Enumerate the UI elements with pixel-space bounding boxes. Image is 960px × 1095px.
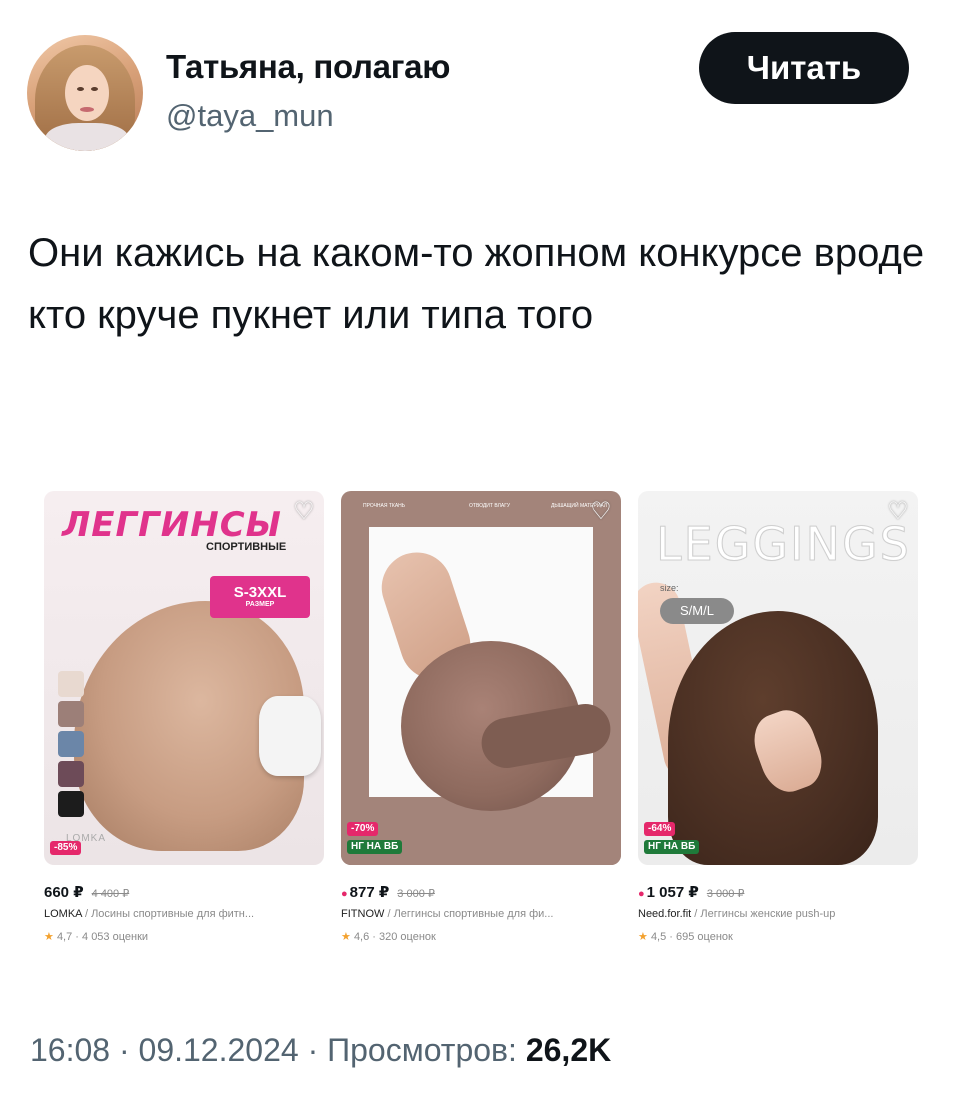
separator-dot: · — [307, 1032, 328, 1068]
tweet-meta: 16:08 · 09.12.2024 · Просмотров: 26,2K — [30, 1032, 611, 1069]
product-card[interactable]: ПРОЧНАЯ ТКАНЬ ОТВОДИТ ВЛАГУ ДЫШАЩИЙ МАТЕ… — [341, 491, 621, 961]
separator-dot: · — [118, 1032, 139, 1068]
price-row: ● 877 ₽ 3 000 ₽ — [341, 883, 435, 901]
star-icon: ★ — [44, 931, 54, 943]
rating-row: ★ 4,5 · 695 оценок — [638, 931, 733, 943]
product-card[interactable]: LEGGINGS size: S/M/L ♡ -64% НГ НА ВБ ● 1 … — [638, 491, 918, 961]
tweet-date[interactable]: 09.12.2024 — [139, 1032, 299, 1068]
rating: 4,7 — [56, 931, 73, 943]
color-swatch — [58, 671, 84, 697]
shoe-shape — [259, 696, 321, 776]
brand: Need.for.fit — [638, 908, 692, 920]
old-price: 3 000 ₽ — [706, 888, 745, 900]
image-title: LEGGINGS — [656, 517, 911, 572]
views-label: Просмотров: — [327, 1032, 517, 1068]
promo-badge: НГ НА ВБ — [347, 840, 403, 854]
discount-badge: -85% — [50, 841, 82, 855]
reviews-count: 320 оценок — [379, 931, 436, 943]
rating: 4,5 — [650, 931, 667, 943]
color-swatch — [58, 731, 84, 757]
avatar-eye — [91, 87, 98, 91]
avatar-face — [65, 65, 109, 121]
price-row: ● 1 057 ₽ 3 000 ₽ — [638, 883, 744, 901]
promo-badge: НГ НА ВБ — [644, 840, 700, 854]
size-caption: РАЗМЕР — [245, 601, 275, 608]
product-card[interactable]: ЛЕГГИНСЫ СПОРТИВНЫЕ S-3XXL РАЗМЕР LOMKA … — [44, 491, 324, 961]
star-icon: ★ — [341, 931, 351, 943]
sale-dot-icon: ● — [341, 888, 348, 900]
size-label: size: — [660, 583, 679, 593]
image-title: ЛЕГГИНСЫ — [62, 505, 282, 545]
attached-image[interactable]: ЛЕГГИНСЫ СПОРТИВНЫЕ S-3XXL РАЗМЕР LOMKA … — [44, 491, 918, 971]
color-swatch — [58, 791, 84, 817]
feature-label: ПРОЧНАЯ ТКАНЬ — [363, 503, 406, 509]
tweet-time[interactable]: 16:08 — [30, 1032, 110, 1068]
size-tag: S-3XXL РАЗМЕР — [210, 576, 310, 618]
author-handle[interactable]: @taya_mun — [166, 98, 334, 134]
color-swatch — [58, 701, 84, 727]
price: 660 ₽ — [44, 884, 84, 901]
product-image[interactable]: ПРОЧНАЯ ТКАНЬ ОТВОДИТ ВЛАГУ ДЫШАЩИЙ МАТЕ… — [341, 491, 621, 865]
reviews-count: 4 053 оценки — [82, 931, 149, 943]
image-subtitle: СПОРТИВНЫЕ — [206, 541, 287, 553]
heart-icon[interactable]: ♡ — [884, 497, 912, 525]
feature-label: ОТВОДИТ ВЛАГУ — [469, 503, 511, 509]
avatar-eye — [77, 87, 84, 91]
avatar[interactable] — [27, 35, 143, 151]
price-row: 660 ₽ 4 400 ₽ — [44, 883, 129, 901]
size-pill: S/M/L — [660, 598, 734, 624]
product-image[interactable]: LEGGINGS size: S/M/L ♡ -64% НГ НА ВБ — [638, 491, 918, 865]
reviews-count: 695 оценок — [676, 931, 733, 943]
avatar-lips — [80, 107, 94, 112]
heart-icon[interactable]: ♡ — [587, 497, 615, 525]
product-image[interactable]: ЛЕГГИНСЫ СПОРТИВНЫЕ S-3XXL РАЗМЕР LOMKA … — [44, 491, 324, 865]
star-icon: ★ — [638, 931, 648, 943]
old-price: 3 000 ₽ — [397, 888, 435, 900]
avatar-shoulder — [45, 123, 129, 151]
follow-button[interactable]: Читать — [699, 32, 909, 104]
author-name[interactable]: Татьяна, полагаю — [166, 48, 450, 86]
product-description: Лосины спортивные для фитн... — [91, 908, 255, 920]
brand-row[interactable]: Need.for.fit / Леггинсы женские push-up — [638, 908, 918, 920]
old-price: 4 400 ₽ — [91, 888, 130, 900]
brand: FITNOW — [341, 908, 385, 920]
product-description: Леггинсы женские push-up — [700, 908, 836, 920]
brand: LOMKA — [44, 908, 82, 920]
heart-icon[interactable]: ♡ — [290, 497, 318, 525]
feature-bar — [341, 491, 621, 527]
color-swatch — [58, 761, 84, 787]
size-range: S-3XXL — [233, 584, 287, 601]
views-count: 26,2K — [525, 1032, 612, 1068]
rating-row: ★ 4,7 · 4 053 оценки — [44, 931, 149, 943]
discount-badge: -64% — [644, 822, 676, 836]
discount-badge: -70% — [347, 822, 379, 836]
product-description: Леггинсы спортивные для фи... — [393, 908, 554, 920]
brand-row[interactable]: LOMKA / Лосины спортивные для фитн... — [44, 908, 324, 920]
price: 1 057 ₽ — [646, 884, 699, 901]
rating-row: ★ 4,6 · 320 оценок — [341, 931, 436, 943]
tweet-text: Они кажись на каком-то жопном конкурсе в… — [28, 231, 925, 337]
brand-row[interactable]: FITNOW / Леггинсы спортивные для фи... — [341, 908, 621, 920]
rating: 4,6 — [353, 931, 370, 943]
sale-dot-icon: ● — [638, 888, 645, 900]
price: 877 ₽ — [349, 884, 390, 901]
